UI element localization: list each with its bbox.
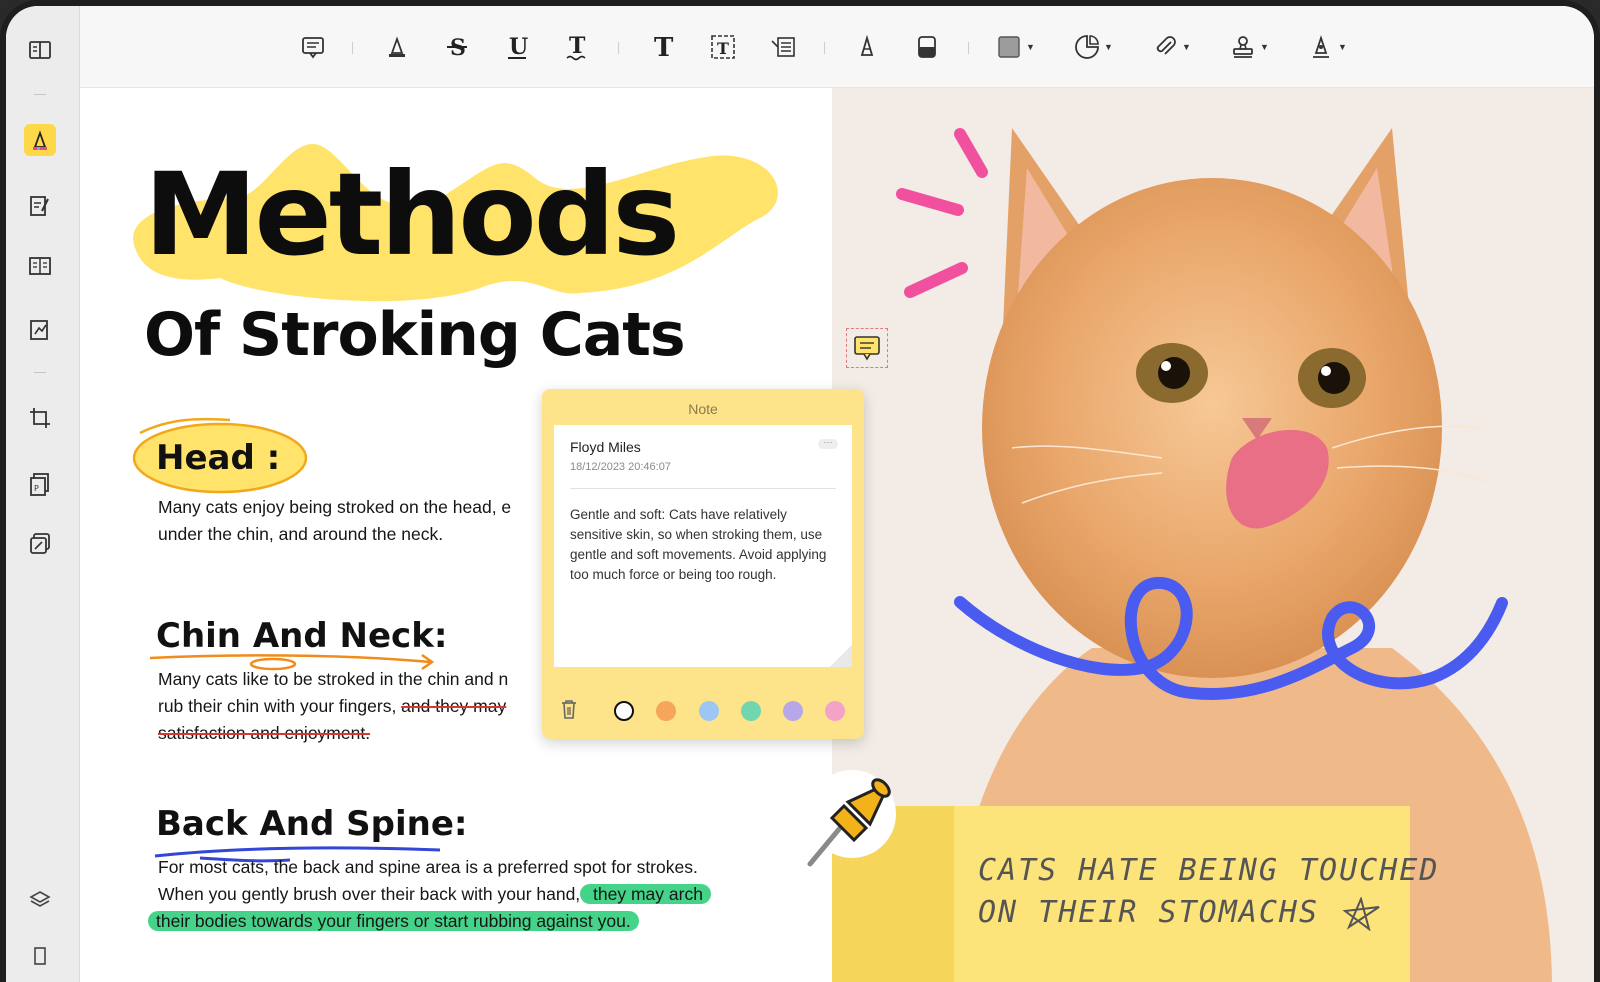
comment-marker[interactable] (846, 328, 888, 368)
sticker-icon[interactable]: ▼ (1070, 30, 1116, 64)
attachment-icon[interactable]: ▼ (1148, 30, 1194, 64)
stamp-icon[interactable]: ▼ (1226, 30, 1272, 64)
svg-text:T: T (569, 33, 586, 59)
toolbar-divider (968, 42, 969, 54)
push-pin-icon (807, 770, 896, 867)
toolbar-divider (824, 42, 825, 54)
color-swatch-blue[interactable] (699, 701, 719, 721)
comment-marker-icon (854, 336, 880, 361)
device-frame: P S U T T T (0, 0, 1600, 982)
section-text-back-line1: For most cats, the back and spine area i… (158, 857, 698, 877)
note-card[interactable]: Floyd Miles 18/12/2023 20:46:07 ··· Gent… (554, 425, 852, 667)
note-timestamp: 18/12/2023 20:46:07 (570, 461, 671, 473)
underline-icon[interactable]: U (500, 30, 534, 64)
section-text-back-line2: When you gently brush over their back wi… (158, 881, 711, 908)
color-swatch-orange[interactable] (656, 701, 676, 721)
text-icon[interactable]: T (646, 30, 680, 64)
sticky-note[interactable]: CATS HATE BEING TOUCHED ON THEIR STOMACH… (832, 806, 1437, 982)
color-swatch-white[interactable] (614, 701, 634, 721)
back-line2-highlight: they may arch (580, 884, 711, 904)
reader-icon[interactable] (24, 34, 56, 66)
fill-sign-icon[interactable] (24, 314, 56, 346)
squiggly-icon[interactable]: T (560, 30, 594, 64)
svg-text:T: T (717, 39, 729, 58)
eraser-icon[interactable] (910, 30, 944, 64)
note-author: Floyd Miles (570, 439, 641, 455)
sticky-note-text: CATS HATE BEING TOUCHED ON THEIR STOMACH… (978, 850, 1439, 934)
app-screen: P S U T T T (6, 6, 1594, 982)
section-text-chin-line2: rub their chin with your fingers, and th… (158, 693, 506, 720)
comment-icon[interactable] (296, 30, 330, 64)
document-title: Methods (144, 148, 680, 281)
text-callout-icon[interactable] (766, 30, 800, 64)
svg-text:P: P (34, 484, 39, 493)
note-fold-corner (830, 645, 852, 667)
shape-icon[interactable]: ▼ (992, 30, 1038, 64)
sticky-note-line1: CATS HATE BEING TOUCHED (978, 853, 1440, 888)
compress-icon[interactable] (24, 528, 56, 560)
convert-icon[interactable]: P (24, 468, 56, 500)
svg-text:U: U (509, 34, 528, 60)
organize-icon[interactable] (24, 250, 56, 282)
back-line2-plain: When you gently brush over their back wi… (158, 884, 581, 904)
section-text-back-line3: their bodies towards your fingers or sta… (148, 908, 639, 935)
color-swatch-pink[interactable] (825, 701, 845, 721)
sidebar-divider (34, 372, 46, 373)
svg-text:T: T (654, 33, 674, 61)
note-more-button[interactable]: ··· (818, 438, 838, 449)
section-text-chin-line3: satisfaction and enjoyment. (158, 723, 371, 743)
section-heading-back: Back And Spine: (156, 804, 468, 844)
section-text-chin-line1: Many cats like to be stroked in the chin… (158, 669, 509, 689)
layers-icon[interactable] (24, 884, 56, 916)
sticky-note-line2: ON THEIR STOMACHS (978, 892, 1439, 934)
section-text-head-line1: Many cats enjoy being stroked on the hea… (158, 497, 512, 517)
crop-icon[interactable] (24, 402, 56, 434)
highlight-icon[interactable] (380, 30, 414, 64)
section-heading-chin: Chin And Neck: (156, 616, 448, 656)
strikethrough-icon[interactable]: S (440, 30, 474, 64)
comment-mode-icon[interactable] (24, 124, 56, 156)
left-sidebar: P (6, 6, 80, 982)
signature-icon[interactable]: ▼ (1304, 30, 1350, 64)
pencil-icon[interactable] (850, 30, 884, 64)
section-heading-head: Head : (156, 438, 281, 478)
star-doodle-icon (1342, 895, 1380, 932)
bookmark-icon[interactable] (24, 940, 56, 972)
note-popup[interactable]: Note Floyd Miles 18/12/2023 20:46:07 ···… (542, 389, 864, 739)
trash-icon[interactable] (559, 698, 579, 720)
document-subtitle: Of Stroking Cats (144, 300, 686, 370)
toolbar-divider (352, 42, 353, 54)
note-divider (570, 488, 836, 489)
note-body[interactable]: Gentle and soft: Cats have relatively se… (570, 505, 832, 585)
toolbar-divider (618, 42, 619, 54)
section-text-head-line2: under the chin, and around the neck. (158, 524, 444, 544)
edit-icon[interactable] (24, 190, 56, 222)
annotation-toolbar: S U T T T ▼ ▼ ▼ (80, 6, 1594, 88)
color-swatch-purple[interactable] (783, 701, 803, 721)
chin-line2-struck: and they may (401, 696, 507, 716)
back-line3-highlight: their bodies towards your fingers or sta… (148, 911, 639, 931)
sidebar-divider (34, 94, 46, 95)
chin-line2-plain: rub their chin with your fingers, (158, 696, 402, 716)
color-swatch-green[interactable] (741, 701, 761, 721)
text-box-icon[interactable]: T (706, 30, 740, 64)
note-header: Note (688, 401, 718, 417)
